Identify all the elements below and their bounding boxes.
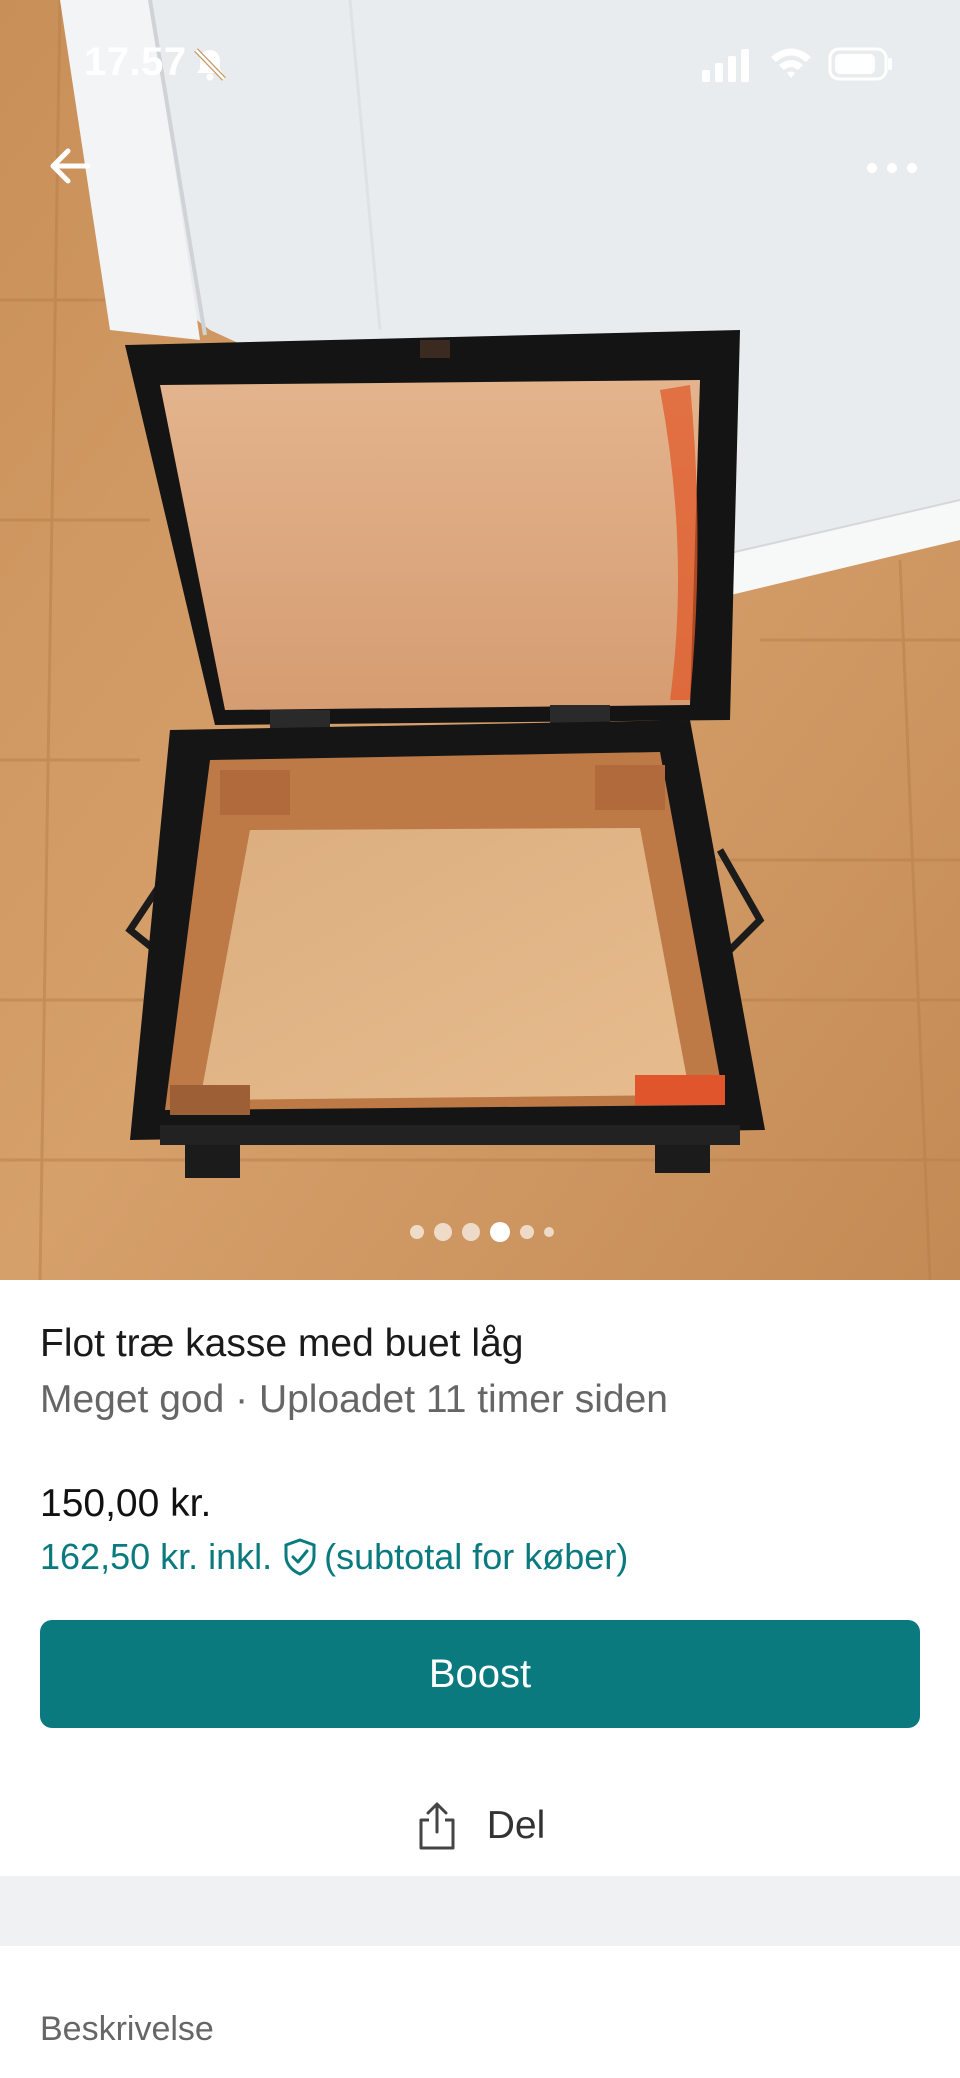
page-dot[interactable]	[410, 1225, 424, 1239]
shield-check-icon	[284, 1538, 316, 1576]
listing-photo[interactable]: 17.57	[0, 0, 960, 1280]
description-heading: Beskrivelse	[40, 2010, 214, 2048]
more-horizontal-icon	[867, 163, 917, 173]
buyer-price[interactable]: 162,50 kr. inkl. (subtotal for køber)	[40, 1536, 628, 1578]
share-label: Del	[486, 1804, 546, 1847]
buyer-price-note: (subtotal for køber)	[324, 1536, 629, 1577]
bell-muted-icon	[194, 48, 226, 81]
wifi-icon	[771, 48, 811, 78]
arrow-left-icon	[50, 148, 91, 184]
page-dot-active[interactable]	[490, 1222, 510, 1242]
item-price: 150,00 kr.	[40, 1482, 212, 1525]
share-icon	[419, 1802, 455, 1850]
item-meta: Meget god · Uploadet 11 timer siden	[40, 1378, 668, 1421]
page-dot[interactable]	[462, 1223, 480, 1241]
page-dot[interactable]	[520, 1225, 534, 1239]
back-button[interactable]	[44, 138, 100, 194]
item-title: Flot træ kasse med buet låg	[40, 1322, 524, 1365]
page-dot[interactable]	[434, 1223, 452, 1241]
status-bar: 17.57	[0, 0, 960, 130]
buyer-price-value: 162,50 kr. inkl.	[40, 1536, 273, 1577]
signal-icon	[702, 49, 749, 82]
boost-button[interactable]: Boost	[40, 1620, 920, 1728]
image-pagination	[410, 1220, 554, 1244]
share-button[interactable]: Del	[40, 1790, 920, 1862]
section-divider	[0, 1876, 960, 1946]
more-options-button[interactable]	[862, 150, 922, 186]
battery-icon	[828, 47, 892, 81]
wooden-box-photo	[0, 0, 960, 1280]
page-dot[interactable]	[544, 1227, 554, 1237]
status-time: 17.57	[84, 40, 187, 84]
